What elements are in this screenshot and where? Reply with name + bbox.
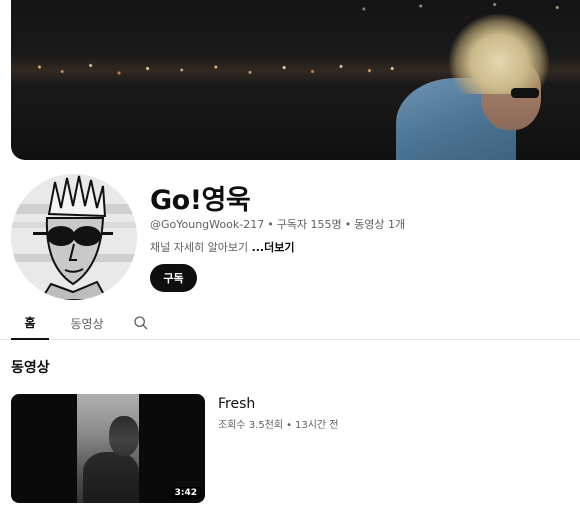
channel-tabs: 홈 동영상 [0,306,580,340]
video-title[interactable]: Fresh [218,396,255,412]
tab-videos[interactable]: 동영상 [62,306,112,340]
video-meta: 조회수 3.5천회 • 13시간 전 [218,420,339,431]
tab-search[interactable] [126,306,156,340]
channel-avatar[interactable] [11,174,137,300]
channel-name: Go!영욱 [150,185,251,216]
video-views: 조회수 3.5천회 [218,420,284,431]
video-age: 13시간 전 [295,420,339,431]
channel-description[interactable]: 채널 자세히 알아보기 ...더보기 [150,239,294,255]
channel-description-text: 채널 자세히 알아보기 [150,241,249,254]
video-count: 동영상 1개 [354,218,406,231]
tab-home[interactable]: 홈 [11,306,49,340]
section-title: 동영상 [11,360,50,376]
video-thumbnail[interactable]: 3:42 [11,394,205,503]
search-icon[interactable] [133,315,149,331]
subscriber-count: 구독자 155명 [276,218,342,231]
more-link[interactable]: ...더보기 [252,241,295,254]
channel-handle: @GoYoungWook-217 [150,218,265,231]
subscribe-button[interactable]: 구독 [150,264,197,292]
channel-banner [11,0,580,160]
channel-meta: @GoYoungWook-217 • 구독자 155명 • 동영상 1개 [150,218,406,231]
duration-badge: 3:42 [170,487,201,499]
